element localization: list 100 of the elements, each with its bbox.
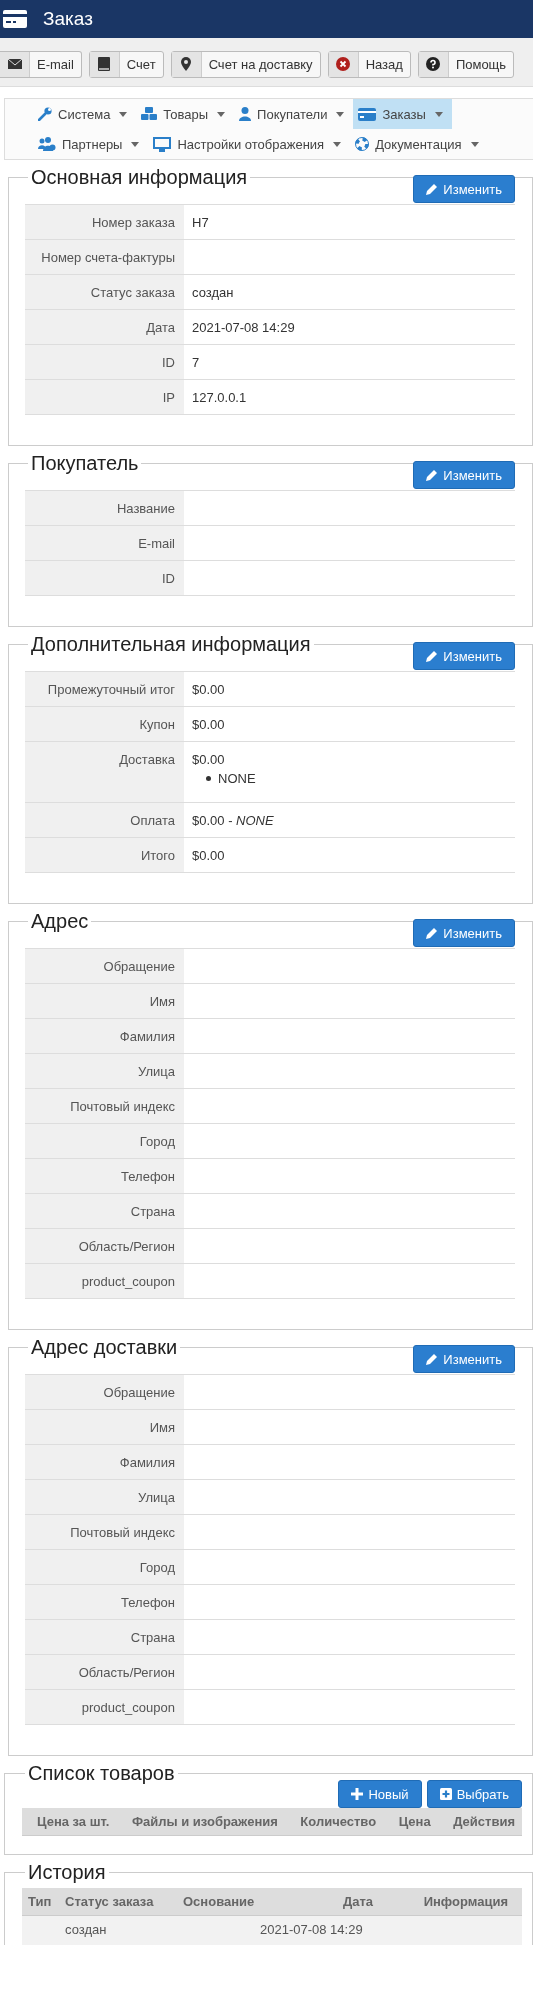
value-text: создан [192, 285, 234, 300]
edit-button[interactable]: Изменить [413, 175, 515, 203]
pencil-icon [426, 650, 439, 662]
section-title: История [27, 1861, 107, 1884]
list-item: NONE [218, 771, 256, 786]
caret-icon [217, 111, 226, 117]
caret-icon [470, 141, 479, 147]
field-label: Номер счета-фактуры [25, 240, 184, 274]
field-label: Почтовый индекс [25, 1515, 184, 1549]
field-label: Страна [25, 1194, 184, 1228]
table-cell: 2021-07-08 14:29 [260, 1922, 363, 1937]
envelope-icon [7, 59, 22, 69]
section-title: Адрес [30, 910, 90, 933]
map-pin-icon [181, 57, 192, 71]
field-label: ID [25, 345, 184, 379]
edit-button[interactable]: Изменить [413, 919, 515, 947]
value-text: $0.00 [192, 752, 225, 767]
field-label: Улица [25, 1480, 184, 1514]
credit-card-icon [358, 107, 377, 121]
field-label: Итого [25, 838, 184, 872]
caret-icon [131, 141, 140, 147]
menu-item[interactable]: Товары [136, 99, 235, 129]
section-title: Основная информация [30, 166, 249, 189]
caret-icon [333, 141, 342, 147]
field-label: Страна [25, 1620, 184, 1654]
field-label: Купон [25, 707, 184, 741]
section-title: Адрес доставки [30, 1336, 179, 1359]
toolbar-button[interactable]: Счет на доставку [170, 50, 321, 78]
field-label: ID [25, 561, 184, 595]
plus-icon [351, 1788, 364, 1800]
pencil-icon [426, 927, 439, 939]
field-label: product_coupon [25, 1264, 184, 1298]
value-text: 2021-07-08 14:29 [192, 320, 295, 335]
field-label: Обращение [25, 1375, 184, 1409]
help-icon [426, 57, 441, 71]
field-label: Имя [25, 1410, 184, 1444]
field-label: Дата [25, 310, 184, 344]
menu-item[interactable]: Партнеры [33, 129, 149, 159]
value-text: $0.00 [192, 717, 225, 732]
field-label: IP [25, 380, 184, 414]
column-header: Информация [422, 1894, 509, 1909]
book-icon [98, 57, 111, 71]
field-label: Улица [25, 1054, 184, 1088]
toolbar-button[interactable]: Помощь [417, 50, 515, 78]
field-label: Статус заказа [25, 275, 184, 309]
lifebuoy-icon [355, 137, 370, 151]
field-label: E-mail [25, 526, 184, 560]
pencil-icon [426, 1353, 439, 1365]
column-header: Количество [300, 1814, 377, 1829]
toolbar-button[interactable]: Счет [88, 50, 164, 78]
caret-icon [434, 111, 443, 117]
cubes-icon [141, 107, 158, 121]
action-button[interactable]: Новый [338, 1780, 422, 1808]
value-text: $0.00 [192, 682, 225, 697]
field-label: Фамилия [25, 1445, 184, 1479]
section-title: Покупатель [30, 452, 140, 475]
field-label: Область/Регион [25, 1229, 184, 1263]
action-button[interactable]: Выбрать [426, 1780, 522, 1808]
pencil-icon [426, 469, 439, 481]
field-label: Номер заказа [25, 205, 184, 239]
field-label: Город [25, 1550, 184, 1584]
section-title: Список товаров [27, 1762, 176, 1785]
column-header: Цена [398, 1814, 431, 1829]
field-label: Доставка [25, 742, 184, 802]
field-label: Телефон [25, 1159, 184, 1193]
menu-item[interactable]: Документация [350, 129, 488, 159]
page-title: Заказ [43, 8, 93, 30]
field-label: Почтовый индекс [25, 1089, 184, 1123]
menu-item[interactable]: Настройки отображения [148, 129, 351, 159]
field-label: Оплата [25, 803, 184, 837]
edit-button[interactable]: Изменить [413, 1345, 515, 1373]
column-header: Статус заказа [65, 1894, 155, 1909]
user-icon [239, 107, 252, 121]
edit-button[interactable]: Изменить [413, 461, 515, 489]
section-title: Дополнительная информация [30, 633, 312, 656]
field-label: Город [25, 1124, 184, 1158]
menu-item[interactable]: Заказы [353, 99, 452, 129]
plus-square-icon [439, 1788, 452, 1800]
column-header: Файлы и изображения [131, 1814, 278, 1829]
credit-card-icon [3, 10, 27, 28]
caret-icon [336, 111, 345, 117]
column-header: Действия [453, 1814, 515, 1829]
field-label: Имя [25, 984, 184, 1018]
toolbar-button[interactable]: E-mail [0, 50, 82, 78]
menu-item[interactable]: Система [33, 99, 137, 129]
field-label: Телефон [25, 1585, 184, 1619]
pencil-icon [426, 183, 439, 195]
column-header: Основание [183, 1894, 256, 1909]
field-label: Фамилия [25, 1019, 184, 1053]
edit-button[interactable]: Изменить [413, 642, 515, 670]
field-label: Область/Регион [25, 1655, 184, 1689]
column-header: Дата [341, 1894, 373, 1909]
wrench-icon [38, 107, 52, 121]
table-cell: создан [65, 1922, 107, 1937]
value-text: H7 [192, 215, 209, 230]
column-header: Цена за шт. [37, 1814, 110, 1829]
menu-item[interactable]: Покупатели [234, 99, 354, 129]
value-text: 7 [192, 355, 200, 370]
users-icon [38, 137, 56, 151]
toolbar-button[interactable]: Назад [327, 50, 411, 78]
